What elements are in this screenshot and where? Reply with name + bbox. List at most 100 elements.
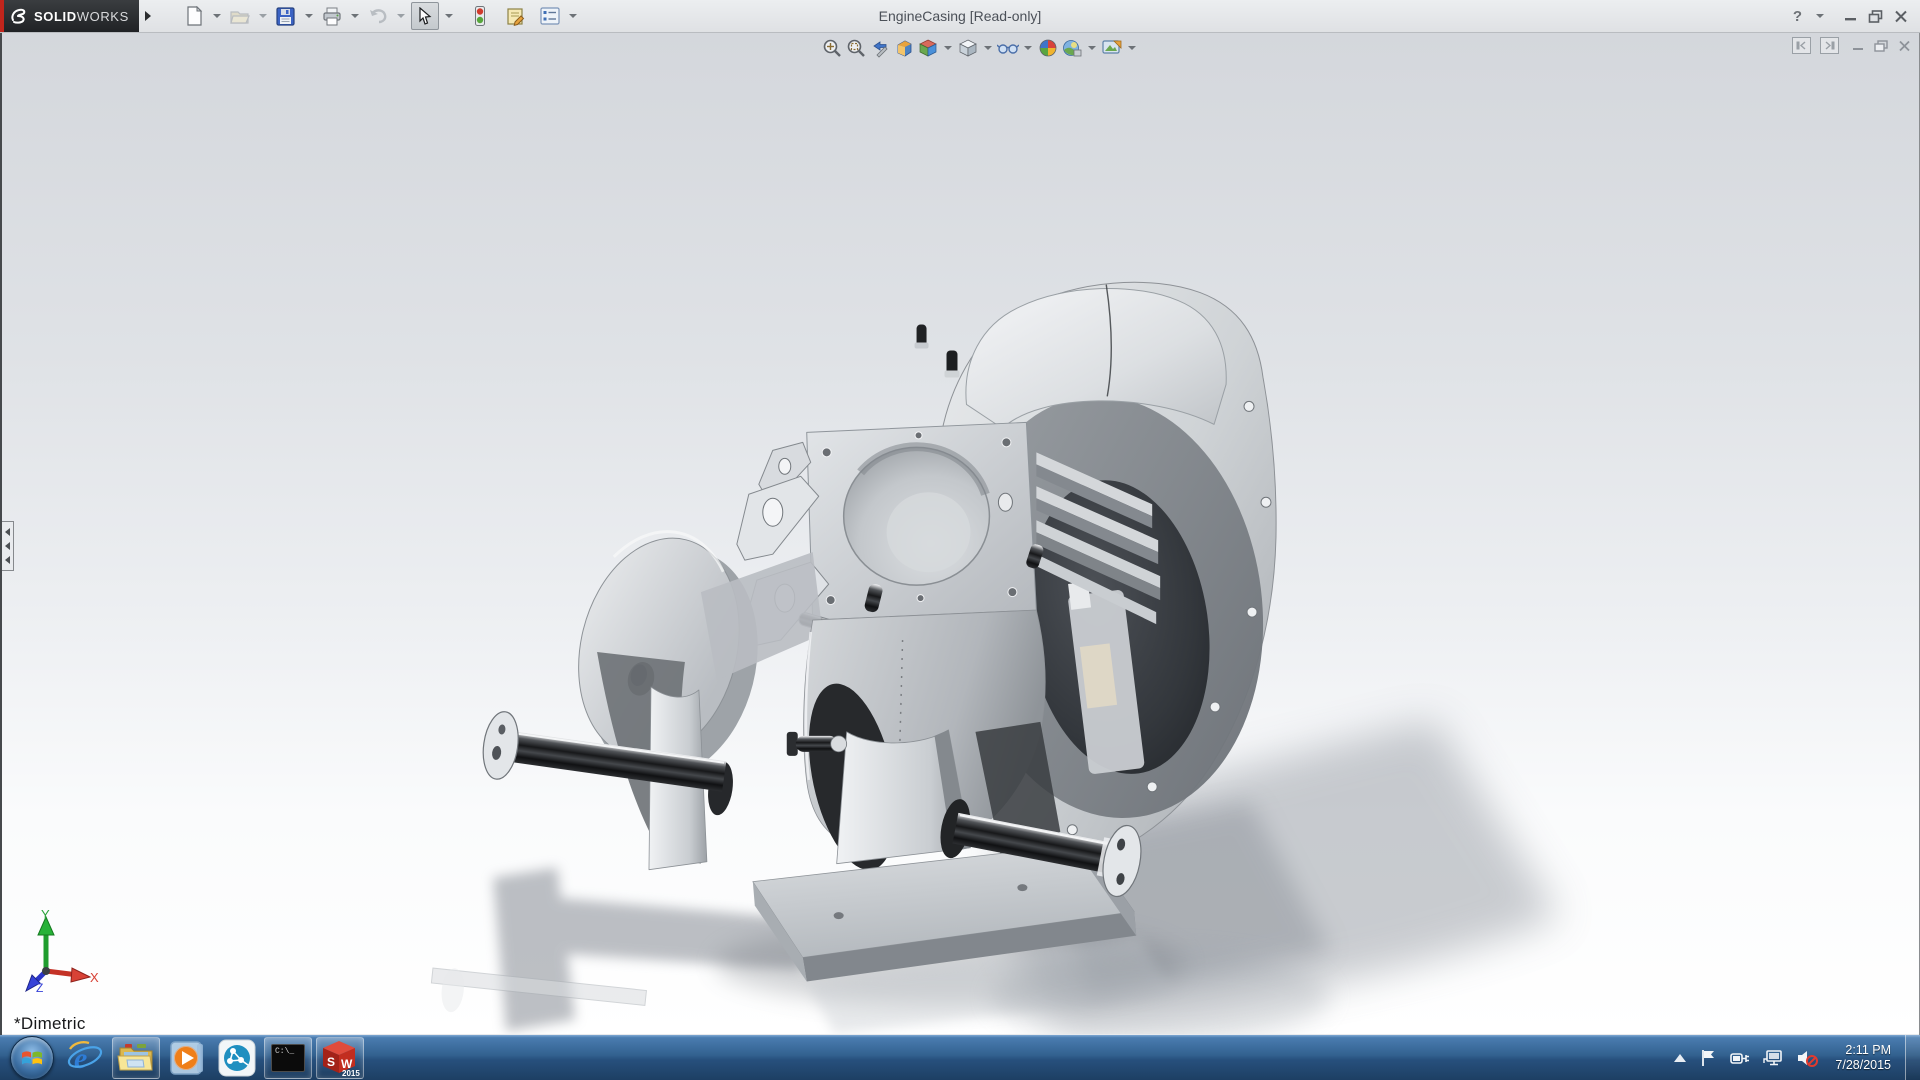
edit-appearance-button[interactable] [1036, 36, 1060, 60]
doc-minimize-button[interactable] [1852, 40, 1865, 51]
display-style-icon [959, 39, 977, 57]
cmd-prompt-text: C:\_ [275, 1046, 295, 1056]
apply-scene-caret-icon[interactable] [1088, 46, 1096, 50]
file-properties-button[interactable] [503, 3, 529, 29]
select-tool-button[interactable] [410, 2, 439, 30]
document-window-controls [1792, 37, 1911, 54]
menu-expand-icon[interactable] [144, 11, 151, 21]
clock-time: 2:11 PM [1845, 1042, 1891, 1057]
collapse-arrow-icon [5, 542, 10, 550]
options-icon [540, 7, 560, 25]
print-icon [323, 7, 341, 25]
zoom-to-area-icon [847, 39, 865, 57]
view-orientation-icon [919, 39, 937, 57]
new-document-button[interactable] [181, 3, 207, 29]
titlebar-controls: ? [1793, 8, 1920, 25]
print-button[interactable] [319, 3, 345, 29]
undo-caret-icon[interactable] [396, 14, 405, 18]
save-button[interactable] [273, 3, 299, 29]
power-plug-icon[interactable] [1730, 1049, 1750, 1067]
options-caret-icon[interactable] [568, 14, 577, 18]
section-view-button[interactable] [892, 36, 916, 60]
taskbar-node-graph-app[interactable] [214, 1038, 260, 1078]
engine-casing-model[interactable] [2, 33, 1919, 1035]
start-button[interactable] [10, 1035, 54, 1080]
save-icon [276, 6, 295, 26]
hide-show-items-button[interactable] [996, 36, 1020, 60]
triad-z-label: Z [36, 981, 43, 993]
app-titlebar: SOLID WORKS EngineCasing [Read-only] ? [0, 0, 1920, 33]
collapse-arrow-icon [5, 528, 10, 536]
close-button[interactable] [1894, 10, 1908, 23]
base-hole-2 [1017, 884, 1028, 892]
view-orientation-caret-icon[interactable] [944, 46, 952, 50]
action-center-flag-icon[interactable] [1699, 1049, 1717, 1067]
windows-taskbar: e C:\_ S W 2015 2:11 PM 7/28/2015 [0, 1035, 1920, 1080]
pane-right-button[interactable] [1820, 37, 1839, 54]
system-tray: 2:11 PM 7/28/2015 [1674, 1043, 1895, 1073]
print-caret-icon[interactable] [350, 14, 359, 18]
solidworks-logo: SOLID WORKS [0, 0, 139, 32]
help-caret-icon[interactable] [1816, 14, 1824, 18]
feature-manager-collapsed-tab[interactable] [2, 521, 14, 571]
open-document-button[interactable] [227, 3, 253, 29]
graphics-viewport[interactable]: Y X Z *Dimetric [0, 33, 1920, 1035]
apply-scene-button[interactable] [1060, 36, 1084, 60]
sw-letter-s: S [327, 1055, 335, 1069]
clock-date: 7/28/2015 [1835, 1057, 1891, 1072]
apply-scene-icon [1063, 40, 1082, 57]
taskbar-media-player[interactable] [164, 1038, 210, 1078]
previous-view-button[interactable] [868, 36, 892, 60]
new-caret-icon[interactable] [212, 14, 221, 18]
reference-triad: Y X Z [25, 907, 99, 993]
show-hidden-icons-button[interactable] [1674, 1053, 1687, 1062]
brand-solid: SOLID [34, 8, 77, 24]
taskbar-internet-explorer[interactable]: e [62, 1038, 108, 1078]
solidworks-2015-icon: S W 2015 [323, 1040, 360, 1077]
display-style-caret-icon[interactable] [984, 46, 992, 50]
edit-appearance-icon [1039, 39, 1057, 57]
show-desktop-button[interactable] [1905, 1035, 1920, 1080]
doc-restore-button[interactable] [1874, 39, 1889, 52]
pane-left-button[interactable] [1792, 37, 1811, 54]
minimize-button[interactable] [1844, 10, 1858, 22]
save-caret-icon[interactable] [304, 14, 313, 18]
view-settings-button[interactable] [1100, 36, 1124, 60]
folder-icon [117, 1043, 153, 1070]
help-button[interactable]: ? [1793, 8, 1802, 25]
view-settings-caret-icon[interactable] [1128, 46, 1136, 50]
options-button[interactable] [537, 3, 563, 29]
network-icon[interactable] [1763, 1049, 1783, 1067]
view-orientation-label: *Dimetric [14, 1014, 86, 1033]
zoom-to-fit-button[interactable] [820, 36, 844, 60]
view-orientation-button[interactable] [916, 36, 940, 60]
open-caret-icon[interactable] [258, 14, 267, 18]
command-prompt-icon: C:\_ [271, 1043, 305, 1072]
doc-close-button[interactable] [1898, 40, 1911, 52]
display-style-button[interactable] [956, 36, 980, 60]
rebuild-button[interactable] [467, 3, 493, 29]
volume-muted-icon[interactable] [1796, 1048, 1819, 1068]
select-caret-icon[interactable] [444, 14, 453, 18]
triad-y-label: Y [41, 907, 50, 922]
undo-button[interactable] [365, 3, 391, 29]
hide-show-items-icon [997, 44, 1019, 54]
taskbar-solidworks-2015[interactable]: S W 2015 [316, 1036, 364, 1079]
bore-inner-light [886, 492, 971, 573]
brand-works: WORKS [76, 8, 129, 24]
solidworks-mark-icon [11, 8, 26, 24]
restore-button[interactable] [1868, 9, 1884, 23]
taskbar-clock[interactable]: 2:11 PM 7/28/2015 [1835, 1043, 1891, 1073]
windows-flag-icon [22, 1050, 42, 1064]
node-graph-app-icon [218, 1039, 256, 1076]
internet-explorer-icon: e [67, 1040, 103, 1075]
hide-show-caret-icon[interactable] [1024, 46, 1032, 50]
taskbar-command-prompt[interactable]: C:\_ [264, 1036, 312, 1079]
zoom-to-area-button[interactable] [844, 36, 868, 60]
sw-badge-2015: 2015 [342, 1069, 360, 1077]
select-cursor-icon [419, 7, 432, 25]
rebuild-traffic-light-icon [474, 6, 485, 26]
media-player-icon [170, 1040, 203, 1075]
new-document-icon [187, 6, 203, 26]
taskbar-windows-explorer[interactable] [112, 1036, 160, 1079]
